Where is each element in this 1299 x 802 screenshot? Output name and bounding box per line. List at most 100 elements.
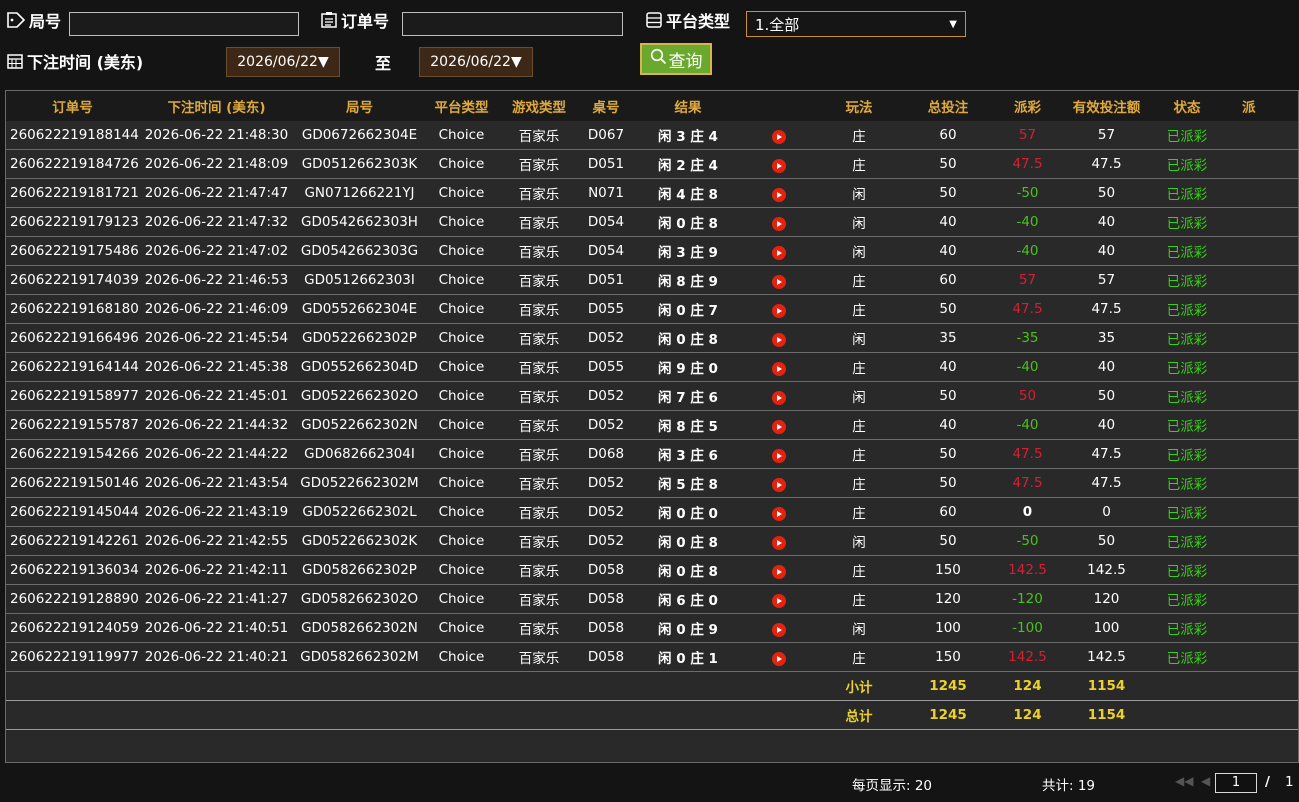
table-row: 260622219145044 2026-06-22 21:43:19 GD0522… xyxy=(6,497,1298,527)
round-input[interactable] xyxy=(69,12,299,36)
column-header[interactable]: 订单号 xyxy=(6,91,139,121)
date-to-picker[interactable]: 2026/06/22▼ xyxy=(419,47,533,77)
cell-platform: Choice xyxy=(425,178,498,208)
cell-status: 已派彩 xyxy=(1150,526,1224,556)
cell-replay xyxy=(744,526,814,556)
cell-table-id: D055 xyxy=(580,294,632,324)
cell-extra xyxy=(1224,468,1298,498)
page-number-input[interactable]: 1 xyxy=(1215,773,1257,793)
cell-replay xyxy=(744,642,814,672)
order-label-text: 订单号 xyxy=(341,12,390,31)
cell-platform: Choice xyxy=(425,439,498,469)
date-from-picker[interactable]: 2026/06/22▼ xyxy=(226,47,340,77)
cell-order-id: 260622219136034 xyxy=(6,555,139,585)
play-video-icon[interactable] xyxy=(772,536,786,550)
play-video-icon[interactable] xyxy=(772,449,786,463)
play-video-icon[interactable] xyxy=(772,652,786,666)
cell-replay xyxy=(744,207,814,237)
cell-total-bet: 50 xyxy=(904,149,992,179)
play-video-icon[interactable] xyxy=(772,420,786,434)
column-header[interactable]: 下注时间 (美东) xyxy=(139,91,294,121)
play-video-icon[interactable] xyxy=(772,565,786,579)
prev-page-icon[interactable]: ◀ xyxy=(1201,774,1210,788)
cell-bet-type: 闲 xyxy=(814,526,904,556)
play-video-icon[interactable] xyxy=(772,507,786,521)
play-video-icon[interactable] xyxy=(772,159,786,173)
column-header[interactable]: 总投注 xyxy=(904,91,992,121)
cell-valid-bet: 57 xyxy=(1063,121,1150,150)
play-video-icon[interactable] xyxy=(772,275,786,289)
cell-result: 闲 0 庄 7 xyxy=(632,294,744,324)
column-header[interactable]: 派彩 xyxy=(992,91,1063,121)
cell-total-bet: 50 xyxy=(904,468,992,498)
play-video-icon[interactable] xyxy=(772,130,786,144)
cell-valid-bet: 47.5 xyxy=(1063,149,1150,179)
cell-status: 已派彩 xyxy=(1150,584,1224,614)
column-header[interactable]: 桌号 xyxy=(580,91,632,121)
cell-table-id: D054 xyxy=(580,236,632,266)
cell-valid-bet: 40 xyxy=(1063,207,1150,237)
cell-replay xyxy=(744,584,814,614)
play-video-icon[interactable] xyxy=(772,391,786,405)
cell-platform: Choice xyxy=(425,352,498,382)
cell-table-id: N071 xyxy=(580,178,632,208)
column-header[interactable]: 玩法 xyxy=(814,91,904,121)
cell-game-type: 百家乐 xyxy=(498,381,580,411)
play-video-icon[interactable] xyxy=(772,362,786,376)
cell-valid-bet: 50 xyxy=(1063,178,1150,208)
total-total-bet: 1245 xyxy=(904,700,992,730)
cell-replay xyxy=(744,468,814,498)
cell-valid-bet: 142.5 xyxy=(1063,555,1150,585)
play-video-icon[interactable] xyxy=(772,478,786,492)
table-row: 260622219142261 2026-06-22 21:42:55 GD0522… xyxy=(6,526,1298,556)
page-total: 1 xyxy=(1285,774,1294,790)
column-header[interactable]: 有效投注额 xyxy=(1063,91,1150,121)
cell-replay xyxy=(744,439,814,469)
play-video-icon[interactable] xyxy=(772,188,786,202)
cell-extra xyxy=(1224,121,1298,150)
cell-total-bet: 50 xyxy=(904,294,992,324)
column-header[interactable]: 派 xyxy=(1224,91,1298,121)
column-header[interactable]: 局号 xyxy=(294,91,425,121)
column-header[interactable]: 状态 xyxy=(1150,91,1224,121)
cell-round-id: GN071266221YJ xyxy=(294,178,425,208)
search-icon xyxy=(650,48,667,70)
play-video-icon[interactable] xyxy=(772,594,786,608)
cell-total-bet: 35 xyxy=(904,323,992,353)
cell-round-id: GD0542662303H xyxy=(294,207,425,237)
cell-table-id: D058 xyxy=(580,555,632,585)
cell-platform: Choice xyxy=(425,265,498,295)
cell-bet-type: 庄 xyxy=(814,555,904,585)
order-input[interactable] xyxy=(402,12,623,36)
subtotal-payout: 124 xyxy=(992,671,1063,701)
play-video-icon[interactable] xyxy=(772,246,786,260)
subtotal-label: 小计 xyxy=(814,671,904,701)
play-video-icon[interactable] xyxy=(772,623,786,637)
cell-platform: Choice xyxy=(425,236,498,266)
cell-table-id: D052 xyxy=(580,526,632,556)
total-label: 总计 xyxy=(814,700,904,730)
cell-payout: 47.5 xyxy=(992,294,1063,324)
column-header[interactable]: 结果 xyxy=(632,91,744,121)
play-video-icon[interactable] xyxy=(772,217,786,231)
platform-select[interactable]: 1.全部 ▼ xyxy=(746,11,966,37)
cell-bet-time: 2026-06-22 21:45:54 xyxy=(139,323,294,353)
play-video-icon[interactable] xyxy=(772,333,786,347)
cell-platform: Choice xyxy=(425,584,498,614)
cell-round-id: GD0522662302O xyxy=(294,381,425,411)
cell-status: 已派彩 xyxy=(1150,121,1224,150)
table-row: 260622219158977 2026-06-22 21:45:01 GD0522… xyxy=(6,381,1298,411)
cell-result: 闲 8 庄 9 xyxy=(632,265,744,295)
first-page-icon[interactable]: ◀◀ xyxy=(1175,774,1193,788)
cell-round-id: GD0522662302P xyxy=(294,323,425,353)
cell-bet-time: 2026-06-22 21:47:32 xyxy=(139,207,294,237)
column-header[interactable]: 平台类型 xyxy=(425,91,498,121)
column-header[interactable]: 游戏类型 xyxy=(498,91,580,121)
cell-table-id: D068 xyxy=(580,439,632,469)
cell-game-type: 百家乐 xyxy=(498,642,580,672)
cell-bet-type: 庄 xyxy=(814,584,904,614)
play-video-icon[interactable] xyxy=(772,304,786,318)
cell-game-type: 百家乐 xyxy=(498,468,580,498)
query-button[interactable]: 查询 xyxy=(640,43,712,75)
cell-platform: Choice xyxy=(425,497,498,527)
